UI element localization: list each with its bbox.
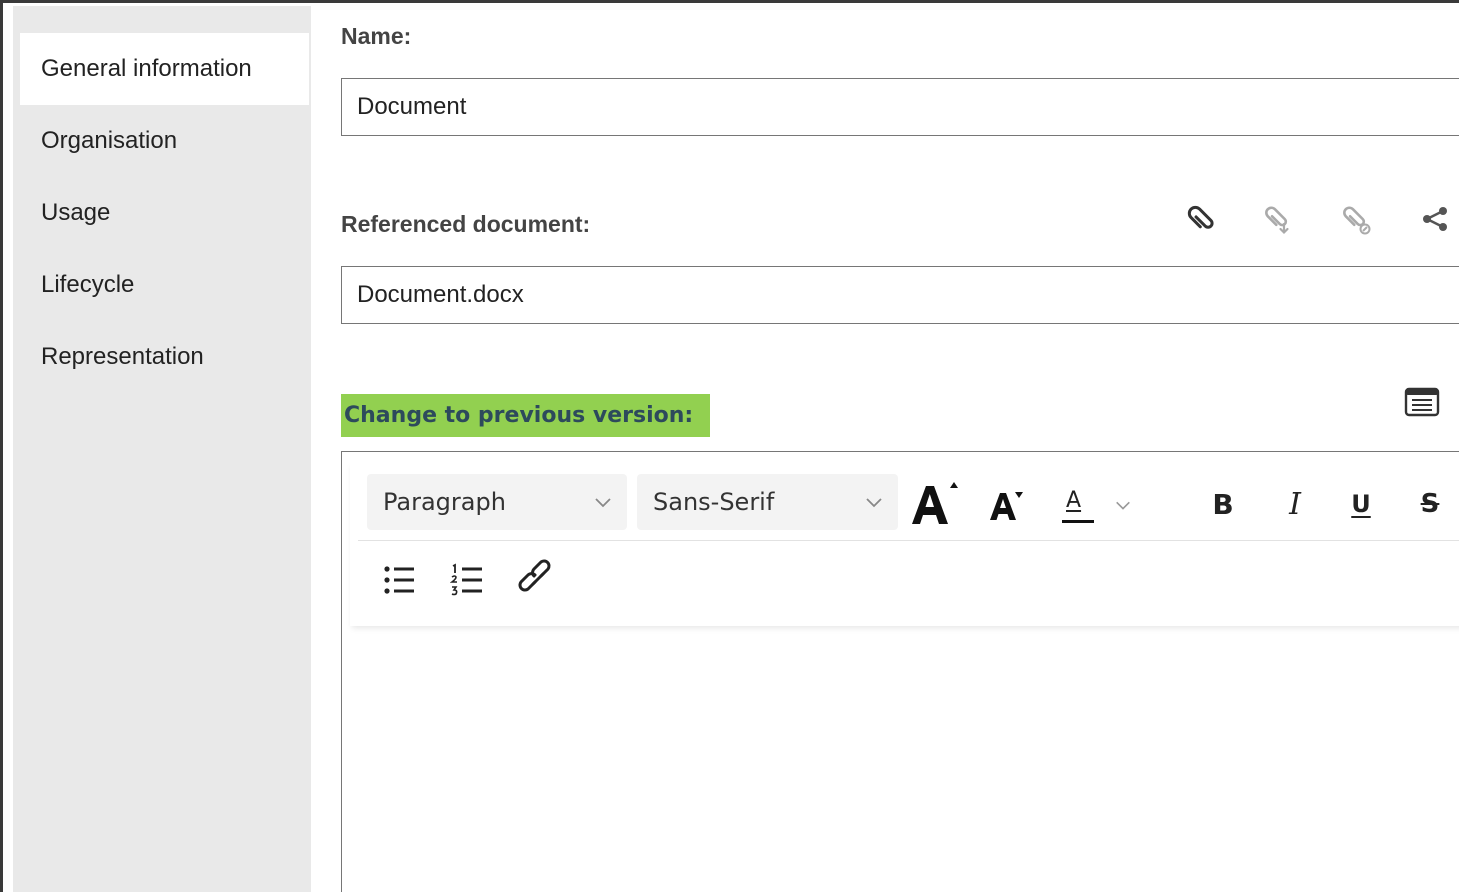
numbered-list-button[interactable] bbox=[448, 562, 488, 598]
name-input-value: Document bbox=[357, 93, 467, 120]
sidebar-item-label: Representation bbox=[41, 343, 204, 370]
rich-text-editor: Paragraph Sans-Serif A B I U S bbox=[341, 451, 1459, 892]
decrease-font-size-button[interactable] bbox=[986, 486, 1026, 524]
bold-icon: B bbox=[1212, 487, 1234, 521]
sidebar-item-usage[interactable]: Usage bbox=[20, 177, 309, 249]
sidebar-item-label: General information bbox=[41, 55, 252, 82]
name-label: Name: bbox=[341, 23, 412, 49]
sidebar-item-label: Usage bbox=[41, 199, 111, 226]
table-view-icon[interactable] bbox=[1404, 387, 1440, 417]
referenced-document-actions bbox=[1181, 199, 1459, 239]
sidebar: General information Organisation Usage L… bbox=[13, 6, 311, 892]
chevron-down-icon bbox=[866, 498, 882, 508]
attach-icon[interactable] bbox=[1181, 199, 1221, 239]
strikethrough-icon: S bbox=[1420, 489, 1440, 519]
font-family-select[interactable]: Sans-Serif bbox=[637, 474, 898, 530]
block-format-value: Paragraph bbox=[383, 488, 506, 516]
chevron-down-icon bbox=[1116, 501, 1130, 510]
decrease-font-size-icon bbox=[990, 492, 1023, 520]
change-to-previous-version-label: Change to previous version: bbox=[341, 394, 710, 437]
share-icon[interactable] bbox=[1415, 199, 1455, 239]
font-color-button[interactable]: A bbox=[1054, 484, 1144, 530]
referenced-document-input[interactable]: Document.docx bbox=[341, 266, 1459, 324]
increase-font-size-button[interactable] bbox=[906, 476, 962, 530]
sidebar-item-label: Lifecycle bbox=[41, 271, 135, 298]
referenced-document-label: Referenced document: bbox=[341, 211, 591, 237]
sidebar-item-lifecycle[interactable]: Lifecycle bbox=[20, 249, 309, 321]
insert-link-button[interactable] bbox=[516, 558, 560, 600]
download-attachment-icon[interactable] bbox=[1259, 199, 1299, 239]
editor-content-area[interactable] bbox=[350, 632, 1459, 892]
chevron-down-icon bbox=[595, 498, 611, 508]
underline-icon: U bbox=[1351, 490, 1371, 518]
italic-button[interactable]: I bbox=[1278, 484, 1312, 524]
name-input[interactable]: Document bbox=[341, 78, 1459, 136]
font-color-swatch bbox=[1062, 520, 1094, 523]
font-family-value: Sans-Serif bbox=[653, 488, 775, 516]
block-format-select[interactable]: Paragraph bbox=[367, 474, 627, 530]
increase-font-size-icon bbox=[912, 482, 958, 524]
italic-icon: I bbox=[1289, 486, 1301, 522]
link-icon bbox=[518, 559, 551, 592]
sidebar-item-general-information[interactable]: General information bbox=[20, 33, 309, 105]
sidebar-item-representation[interactable]: Representation bbox=[20, 321, 309, 393]
sidebar-item-organisation[interactable]: Organisation bbox=[20, 105, 309, 177]
underline-button[interactable]: U bbox=[1344, 484, 1378, 524]
sidebar-item-label: Organisation bbox=[41, 127, 178, 154]
bold-button[interactable]: B bbox=[1206, 484, 1240, 524]
numbered-list-icon bbox=[450, 563, 482, 596]
referenced-document-value: Document.docx bbox=[357, 281, 524, 308]
bulleted-list-icon bbox=[384, 566, 414, 594]
toolbar-row-separator bbox=[358, 540, 1459, 541]
editor-toolbar: Paragraph Sans-Serif A B I U S bbox=[350, 460, 1459, 626]
remove-attachment-icon[interactable] bbox=[1337, 199, 1377, 239]
font-color-letter: A bbox=[1066, 488, 1082, 513]
document-properties-panel: General information Organisation Usage L… bbox=[0, 0, 1459, 892]
strikethrough-button[interactable]: S bbox=[1412, 484, 1448, 524]
bulleted-list-button[interactable] bbox=[380, 562, 420, 598]
